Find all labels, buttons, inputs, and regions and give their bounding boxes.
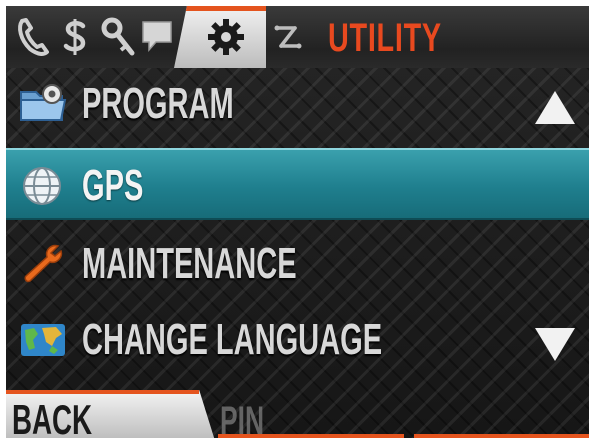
key-icon[interactable] [98, 14, 138, 60]
pin-button[interactable]: PIN [220, 398, 264, 438]
down-arrow-icon[interactable] [533, 324, 577, 364]
globe-icon [18, 162, 68, 210]
back-button-label: BACK [12, 396, 93, 438]
menu-item-label: MAINTENANCE [82, 239, 297, 288]
shuffle-icon[interactable] [268, 14, 308, 60]
menu-item-label: CHANGE LANGUAGE [82, 315, 383, 364]
softkey-indicator-right [414, 434, 589, 438]
up-arrow-icon[interactable] [533, 88, 577, 128]
menu-item-gps[interactable]: GPS [6, 148, 589, 220]
menu-item-label: PROGRAM [82, 79, 234, 128]
screen-title: UTILITY [328, 16, 442, 60]
wrench-icon [18, 240, 68, 288]
message-icon[interactable] [138, 14, 176, 60]
dollar-icon[interactable] [56, 14, 94, 60]
device-screen: UTILITY PROGRAM GPS MAINTENANCE CHANGE L… [6, 6, 589, 438]
menu-item-program[interactable]: PROGRAM [6, 68, 589, 140]
phone-icon[interactable] [12, 14, 54, 60]
tab-bar: UTILITY [6, 6, 589, 68]
menu-item-change-language[interactable]: CHANGE LANGUAGE [6, 304, 589, 376]
back-button[interactable]: BACK [6, 390, 216, 438]
softkey-indicator-middle [218, 434, 404, 438]
menu-item-label: GPS [82, 161, 144, 210]
world-map-icon [18, 316, 68, 364]
folder-gear-icon [18, 80, 68, 128]
menu-item-maintenance[interactable]: MAINTENANCE [6, 228, 589, 300]
gear-icon[interactable] [196, 14, 256, 60]
